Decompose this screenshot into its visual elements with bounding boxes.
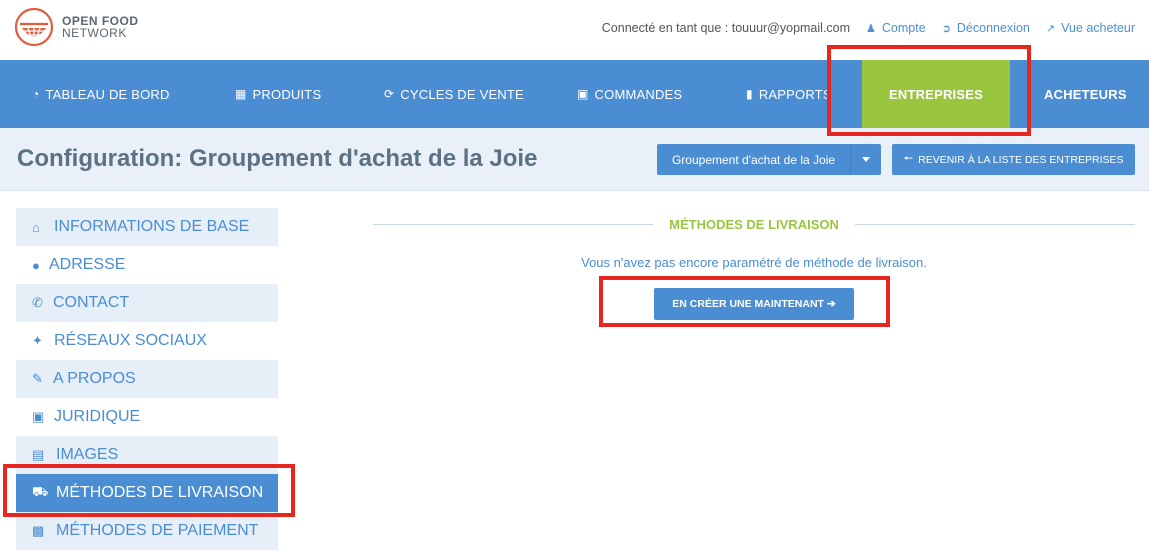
nav-reports[interactable]: ▮ RAPPORTS — [746, 60, 832, 128]
arrow-left-icon: 🠔 — [903, 153, 914, 165]
empty-state-message: Vous n'avez pas encore paramétré de méth… — [581, 255, 927, 270]
logo-line2: NETWORK — [62, 26, 127, 40]
section-title: MÉTHODES DE LIVRAISON — [373, 216, 1135, 234]
sidebar-item-basic-info[interactable]: ⌂ INFORMATIONS DE BASE — [16, 208, 278, 246]
pencil-icon: ✎ — [32, 371, 43, 386]
nav-orders[interactable]: ▣ COMMANDES — [577, 60, 682, 128]
enterprise-select-toggle[interactable] — [850, 144, 881, 175]
logo-text: OPEN FOOD NETWORK — [62, 15, 139, 39]
back-to-enterprises-button[interactable]: 🠔 REVENIR À LA LISTE DES ENTREPRISES — [892, 144, 1135, 175]
file-icon: ▮ — [746, 87, 753, 101]
basket-logo-icon — [14, 7, 54, 47]
money-icon: ▩ — [32, 523, 45, 538]
sidebar-item-about[interactable]: ✎ A PROPOS — [16, 360, 278, 398]
home-icon: ⌂ — [32, 219, 40, 235]
nav-order-cycles[interactable]: ⟳ CYCLES DE VENTE — [384, 60, 524, 128]
highlight-box-shipping — [3, 464, 295, 517]
enterprise-select-label[interactable]: Groupement d'achat de la Joie — [657, 144, 850, 175]
user-icon: ♟ — [866, 22, 876, 35]
nav-products-label: PRODUITS — [252, 86, 322, 102]
briefcase-icon: ▣ — [32, 409, 45, 424]
chevron-down-icon — [862, 157, 870, 162]
sidebar-item-payment-methods[interactable]: ▩ MÉTHODES DE PAIEMENT — [16, 512, 278, 550]
sidebar-item-label: IMAGES — [56, 446, 119, 463]
sidebar-item-contact[interactable]: ✆ CONTACT — [16, 284, 278, 322]
sign-out-icon: ➲ — [941, 22, 951, 35]
dashboard-icon: ◔ — [32, 87, 40, 101]
sidebar-item-label: JURIDIQUE — [54, 408, 141, 425]
nav-order-cycles-label: CYCLES DE VENTE — [400, 86, 524, 102]
user-links: Connecté en tant que : touuur@yopmail.co… — [602, 21, 1135, 35]
account-link[interactable]: ♟ Compte — [866, 21, 926, 35]
nav-products[interactable]: ▦ PRODUITS — [235, 60, 321, 128]
sidebar-item-label: A PROPOS — [53, 370, 136, 387]
nav-customers[interactable]: ACHETEURS — [1044, 60, 1127, 128]
sidebar-item-legal[interactable]: ▣ JURIDIQUE — [16, 398, 278, 436]
enterprise-select[interactable]: Groupement d'achat de la Joie — [657, 144, 881, 175]
nav-dashboard[interactable]: ◔ TABLEAU DE BORD — [32, 60, 170, 128]
nav-reports-label: RAPPORTS — [758, 86, 832, 102]
sidebar-item-label: RÉSEAUX SOCIAUX — [54, 332, 207, 349]
logout-link-label: Déconnexion — [956, 21, 1030, 35]
nav-customers-label: ACHETEURS — [1044, 86, 1127, 102]
nav-orders-label: COMMANDES — [594, 86, 683, 102]
page-header: Configuration: Groupement d'achat de la … — [0, 128, 1149, 191]
account-link-label: Compte — [881, 21, 926, 35]
logo[interactable]: OPEN FOOD NETWORK — [14, 7, 139, 47]
back-button-label: REVENIR À LA LISTE DES ENTREPRISES — [918, 153, 1124, 166]
highlight-box-create — [599, 276, 890, 327]
twitter-icon: ✦ — [32, 333, 43, 348]
sidebar-item-label: ADRESSE — [49, 256, 126, 273]
phone-icon: ✆ — [32, 295, 43, 310]
map-marker-icon: ● — [32, 257, 40, 273]
highlight-box-enterprises — [827, 45, 1031, 136]
logged-in-text: Connecté en tant que : touuur@yopmail.co… — [601, 21, 851, 35]
external-link-icon: ↗ — [1045, 22, 1056, 35]
image-icon: ▤ — [32, 447, 45, 462]
shop-view-link-label: Vue acheteur — [1061, 21, 1135, 35]
section-title-text: MÉTHODES DE LIVRAISON — [653, 217, 855, 232]
sidebar-item-label: CONTACT — [53, 294, 130, 311]
section-title-wrap: MÉTHODES DE LIVRAISON — [373, 217, 1135, 232]
shop-view-link[interactable]: ↗ Vue acheteur — [1046, 21, 1135, 35]
sidebar-item-address[interactable]: ● ADRESSE — [16, 246, 278, 284]
nav-dashboard-label: TABLEAU DE BORD — [45, 86, 170, 102]
sidebar-item-label: MÉTHODES DE PAIEMENT — [56, 522, 259, 539]
sidebar-item-social[interactable]: ✦ RÉSEAUX SOCIAUX — [16, 322, 278, 360]
page-title: Configuration: Groupement d'achat de la … — [17, 145, 538, 172]
cart-icon: ▣ — [577, 87, 589, 101]
grid-icon: ▦ — [235, 87, 247, 101]
sidebar-item-label: INFORMATIONS DE BASE — [54, 218, 250, 235]
logout-link[interactable]: ➲ Déconnexion — [942, 21, 1030, 35]
refresh-icon: ⟳ — [384, 87, 395, 101]
